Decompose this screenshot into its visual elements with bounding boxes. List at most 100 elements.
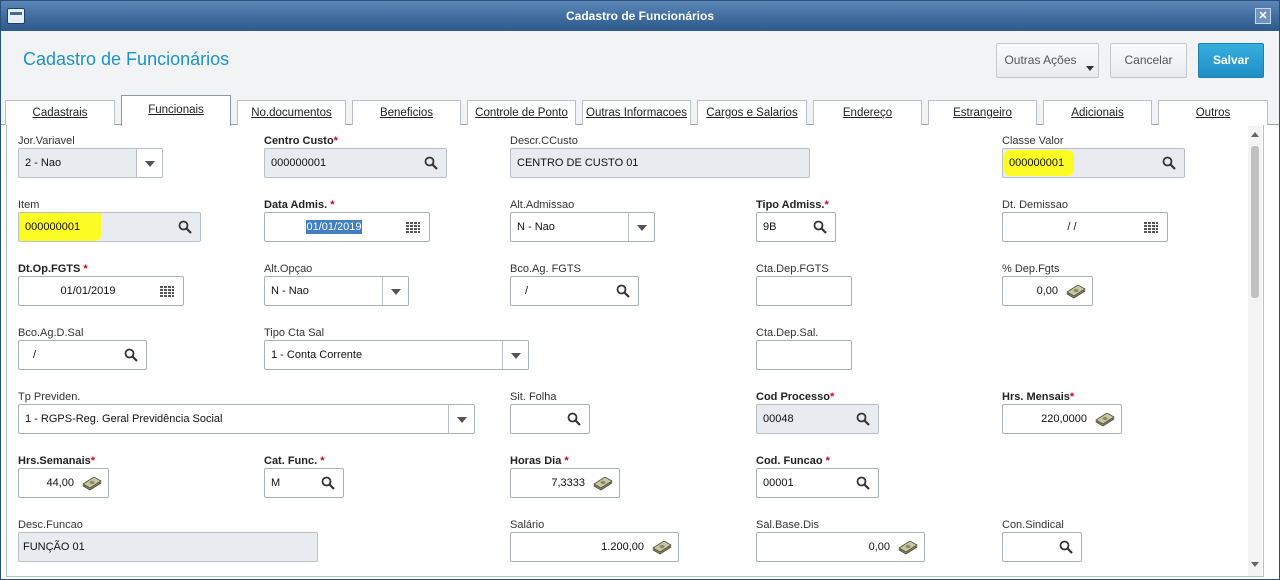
tab-bar: Cadastrais Funcionais No.documentos Bene… — [1, 95, 1279, 126]
hrs-mensais-label-text: Hrs. Mensais — [1002, 391, 1070, 403]
cod-processo-label-text: Cod Processo — [756, 391, 830, 403]
centro-custo-label: Centro Custo* — [264, 135, 338, 147]
required-marker: * — [83, 263, 88, 275]
vertical-scrollbar[interactable] — [1248, 126, 1262, 576]
horas-dia-field[interactable]: 7,3333 — [510, 468, 620, 498]
search-icon[interactable] — [616, 284, 630, 298]
search-icon[interactable] — [1059, 540, 1073, 554]
tp-previden-select[interactable]: 1 - RGPS-Reg. Geral Previdência Social — [18, 404, 475, 434]
bco-ag-d-sal-field[interactable]: / — [18, 340, 147, 370]
cta-dep-fgts-field[interactable] — [756, 276, 852, 306]
cat-func-value: M — [271, 477, 281, 489]
bco-ag-d-sal-label: Bco.Ag.D.Sal — [18, 327, 84, 339]
required-marker: * — [330, 199, 335, 211]
search-icon[interactable] — [124, 348, 138, 362]
tipo-cta-sal-value: 1 - Conta Corrente — [271, 349, 363, 361]
sit-folha-field[interactable] — [510, 404, 590, 434]
sal-base-dis-value: 0,00 — [868, 541, 890, 553]
chevron-down-icon[interactable] — [136, 149, 162, 177]
dt-op-fgts-field[interactable]: 01/01/2019 — [18, 276, 184, 306]
tab-cadastrais[interactable]: Cadastrais — [5, 100, 115, 125]
search-icon[interactable] — [178, 220, 192, 234]
search-icon[interactable] — [856, 412, 870, 426]
chevron-down-icon[interactable] — [628, 213, 654, 241]
cancel-button[interactable]: Cancelar — [1110, 43, 1187, 78]
calendar-icon[interactable] — [159, 285, 175, 298]
tab-controle-de-ponto[interactable]: Controle de Ponto — [467, 100, 576, 125]
tab-outros[interactable]: Outros — [1158, 100, 1268, 125]
save-button[interactable]: Salvar — [1198, 43, 1264, 78]
tab-adicionais[interactable]: Adicionais — [1043, 100, 1152, 125]
alt-admissao-value: N - Nao — [517, 221, 555, 233]
salario-value: 1.200,00 — [601, 541, 644, 553]
chevron-down-icon[interactable] — [382, 277, 408, 305]
outras-acoes-button[interactable]: Outras Ações — [996, 43, 1099, 78]
tipo-admiss-label-text: Tipo Admiss. — [756, 199, 825, 211]
search-icon[interactable] — [1162, 156, 1176, 170]
data-admis-field[interactable]: 01/01/2019 — [264, 212, 430, 242]
con-sindical-field[interactable] — [1002, 532, 1082, 562]
sal-base-dis-field[interactable]: 0,00 — [756, 532, 925, 562]
classe-valor-label: Classe Valor — [1002, 135, 1064, 147]
classe-valor-field[interactable]: 000000001 — [1002, 148, 1185, 178]
calendar-icon[interactable] — [405, 221, 421, 234]
tab-estrangeiro[interactable]: Estrangeiro — [928, 100, 1037, 125]
tab-no-documentos[interactable]: No.documentos — [237, 100, 346, 125]
pct-dep-fgts-field[interactable]: 0,00 — [1002, 276, 1093, 306]
money-icon[interactable] — [898, 541, 918, 555]
con-sindical-label: Con.Sindical — [1002, 519, 1064, 531]
pct-dep-fgts-label: % Dep.Fgts — [1002, 263, 1060, 275]
cod-funcao-value: 00001 — [763, 477, 794, 489]
cta-dep-sal-field[interactable] — [756, 340, 852, 370]
scroll-thumb[interactable] — [1251, 146, 1259, 298]
classe-valor-value: 000000001 — [1009, 157, 1065, 169]
page-title: Cadastro de Funcionários — [23, 49, 230, 69]
search-icon[interactable] — [856, 476, 870, 490]
centro-custo-field[interactable]: 000000001 — [264, 148, 447, 178]
close-icon[interactable]: ✕ — [1255, 8, 1271, 24]
tipo-admiss-field[interactable]: 9B — [756, 212, 836, 242]
jor-variavel-select[interactable]: 2 - Nao — [18, 148, 163, 178]
jor-variavel-label: Jor.Variavel — [18, 135, 75, 147]
scroll-down-icon[interactable] — [1251, 562, 1259, 567]
window-title: Cadastro de Funcionários — [565, 9, 715, 23]
cod-processo-field[interactable]: 00048 — [756, 404, 879, 434]
window-app-icon — [7, 8, 25, 24]
data-admis-value: 01/01/2019 — [306, 220, 362, 234]
cat-func-field[interactable]: M — [264, 468, 344, 498]
chevron-down-icon[interactable] — [502, 341, 528, 369]
item-field[interactable]: 000000001 — [18, 212, 201, 242]
scroll-up-icon[interactable] — [1251, 132, 1259, 137]
tab-funcionais[interactable]: Funcionais — [121, 95, 231, 126]
search-icon[interactable] — [424, 156, 438, 170]
dt-demissao-field[interactable]: / / — [1002, 212, 1168, 242]
hrs-semanais-label: Hrs.Semanais* — [18, 455, 95, 467]
bco-ag-fgts-field[interactable]: / — [510, 276, 639, 306]
money-icon[interactable] — [652, 541, 672, 555]
chevron-down-icon[interactable] — [448, 405, 474, 433]
tab-beneficios[interactable]: Beneficios — [352, 100, 461, 125]
search-icon[interactable] — [567, 412, 581, 426]
hrs-mensais-field[interactable]: 220,0000 — [1002, 404, 1122, 434]
money-icon[interactable] — [1095, 413, 1115, 427]
salario-field[interactable]: 1.200,00 — [510, 532, 679, 562]
desc-funcao-field: FUNÇÃO 01 — [18, 532, 318, 562]
money-icon[interactable] — [593, 477, 613, 491]
cod-funcao-field[interactable]: 00001 — [756, 468, 879, 498]
alt-opcao-select[interactable]: N - Nao — [264, 276, 409, 306]
calendar-icon[interactable] — [1143, 221, 1159, 234]
search-icon[interactable] — [813, 220, 827, 234]
descr-ccusto-value: CENTRO DE CUSTO 01 — [517, 157, 639, 169]
tab-cargos-e-salarios[interactable]: Cargos e Salarios — [697, 100, 807, 125]
search-icon[interactable] — [321, 476, 335, 490]
alt-opcao-label: Alt.Opçao — [264, 263, 313, 275]
money-icon[interactable] — [1066, 285, 1086, 299]
tab-endereco[interactable]: Endereço — [813, 100, 922, 125]
hrs-semanais-field[interactable]: 44,00 — [18, 468, 109, 498]
tab-outras-informacoes[interactable]: Outras Informacoes — [582, 100, 691, 125]
centro-custo-label-text: Centro Custo — [264, 135, 334, 147]
alt-admissao-select[interactable]: N - Nao — [510, 212, 655, 242]
cta-dep-sal-label: Cta.Dep.Sal. — [756, 327, 819, 339]
money-icon[interactable] — [82, 477, 102, 491]
tipo-cta-sal-select[interactable]: 1 - Conta Corrente — [264, 340, 529, 370]
